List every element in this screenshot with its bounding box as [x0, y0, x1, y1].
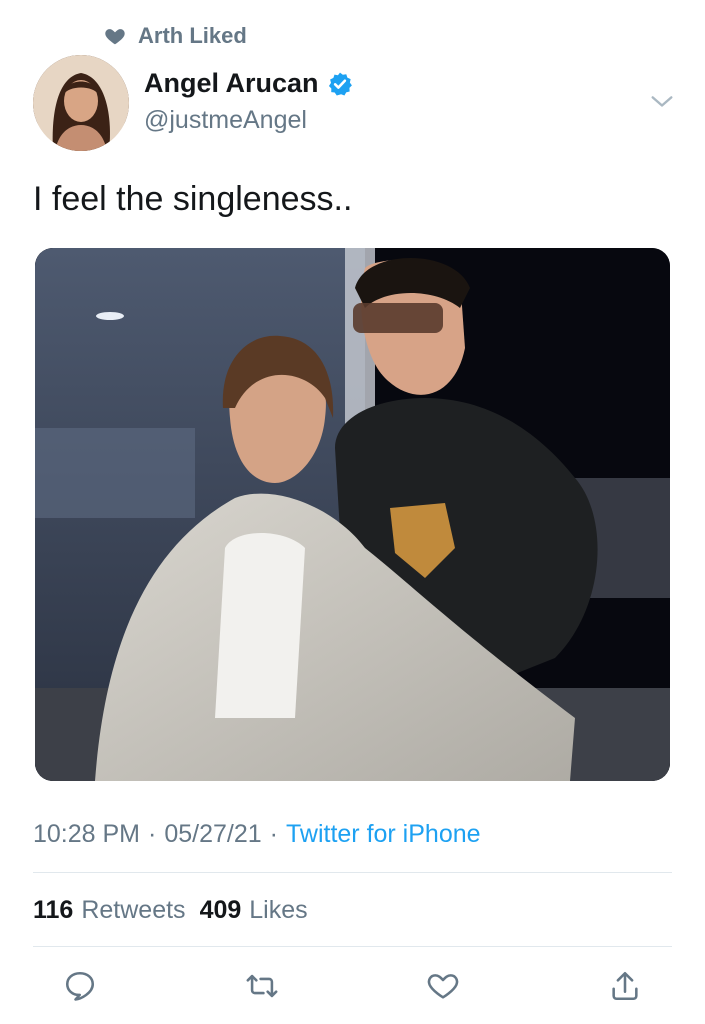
retweet-button[interactable]	[242, 966, 282, 1006]
share-icon	[612, 971, 638, 1001]
author-handle[interactable]: @justmeAngel	[144, 106, 307, 135]
author-name[interactable]: Angel Arucan	[144, 68, 353, 99]
reply-button[interactable]	[60, 966, 100, 1006]
tweet-meta: 10:28 PM · 05/27/21 · Twitter for iPhone	[33, 820, 481, 849]
tweet-date: 05/27/21	[164, 820, 262, 848]
tweet-time: 10:28 PM	[33, 820, 141, 848]
verified-badge-icon	[328, 72, 352, 95]
tweet-photo[interactable]	[35, 248, 670, 781]
tweet-source-link[interactable]: Twitter for iPhone	[286, 820, 481, 849]
tweet-stats: 116 Retweets 409 Likes	[33, 896, 308, 925]
social-context-label: Arth Liked	[138, 23, 247, 48]
avatar[interactable]	[33, 55, 129, 151]
like-button[interactable]	[423, 966, 463, 1006]
share-button[interactable]	[605, 966, 645, 1006]
retweets-label[interactable]: Retweets	[81, 896, 185, 925]
meta-separator: ·	[148, 820, 157, 848]
author-name-label: Angel Arucan	[144, 68, 319, 98]
divider	[33, 872, 672, 873]
like-icon	[428, 974, 459, 999]
social-context: Arth Liked	[104, 20, 247, 52]
retweets-count[interactable]: 116	[33, 896, 73, 925]
tweet-actions	[60, 966, 645, 1006]
likes-count[interactable]: 409	[200, 896, 242, 925]
tweet-text: I feel the singleness..	[33, 180, 353, 218]
chevron-down-icon[interactable]	[648, 88, 676, 116]
reply-icon	[65, 971, 95, 1001]
retweet-icon	[246, 974, 278, 998]
meta-separator: ·	[269, 820, 278, 848]
heart-icon	[105, 29, 125, 45]
likes-label[interactable]: Likes	[249, 896, 307, 925]
divider	[33, 946, 672, 947]
